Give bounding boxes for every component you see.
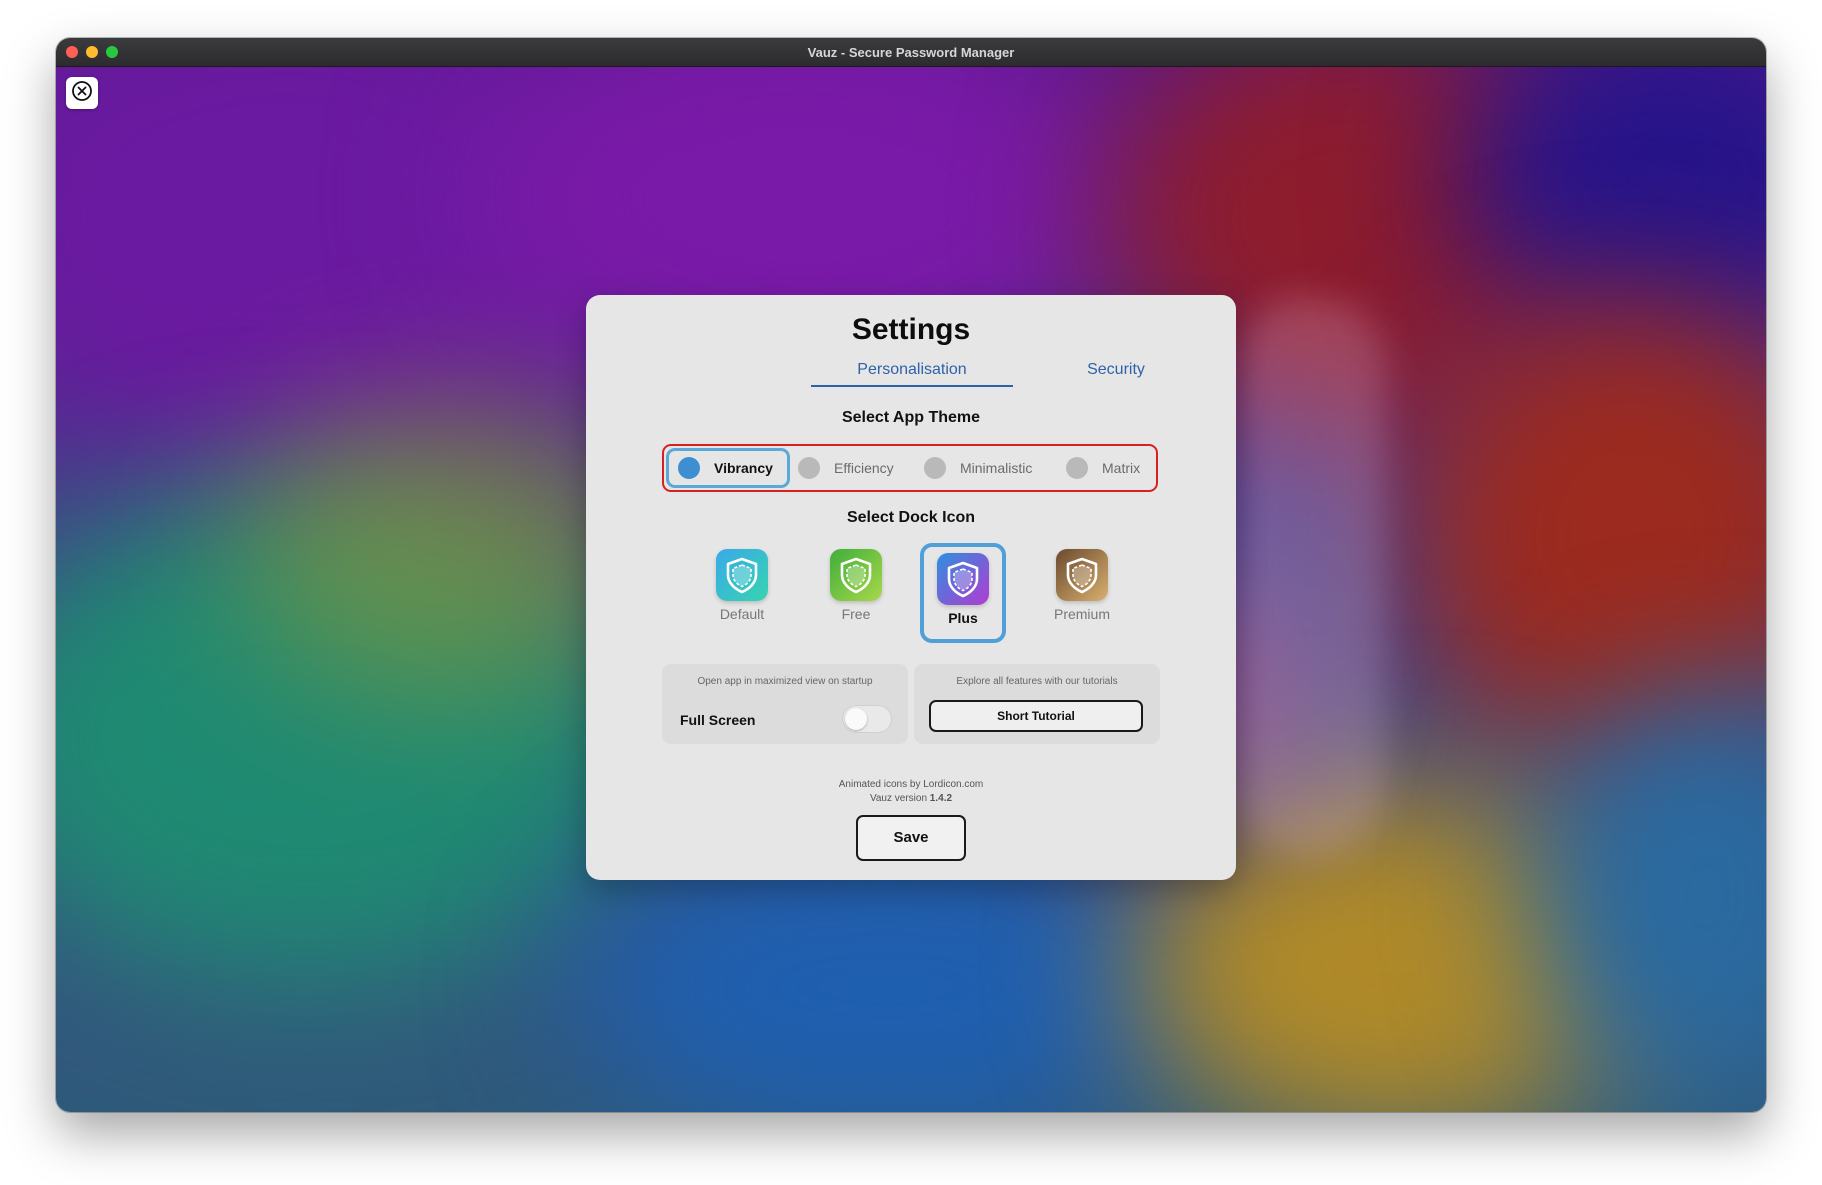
theme-option-matrix[interactable]: Matrix <box>1066 448 1156 488</box>
theme-option-vibrancy[interactable]: Vibrancy <box>666 448 790 488</box>
window-title: Vauz - Secure Password Manager <box>807 45 1015 60</box>
dock-icon-heading: Select Dock Icon <box>846 509 976 526</box>
theme-option-label: Vibrancy <box>714 460 773 476</box>
title-bar: Vauz - Secure Password Manager <box>56 38 1766 67</box>
dock-option-plus[interactable]: Plus <box>920 543 1006 643</box>
vibrancy-background: Settings Personalisation Security Select… <box>56 67 1766 1112</box>
dock-option-default[interactable]: Default <box>702 549 782 622</box>
theme-option-efficiency[interactable]: Efficiency <box>798 448 908 488</box>
radio-icon <box>678 457 700 479</box>
app-window: Vauz - Secure Password Manager Settings … <box>56 38 1766 1112</box>
shield-icon <box>937 553 989 605</box>
credits: Animated icons by Lordicon.com Vauz vers… <box>586 778 1236 806</box>
tutorial-card: Explore all features with our tutorials … <box>914 664 1160 744</box>
dock-option-label: Plus <box>948 610 978 626</box>
theme-option-minimalistic[interactable]: Minimalistic <box>924 448 1054 488</box>
tab-personalisation[interactable]: Personalisation <box>811 361 1013 387</box>
fullscreen-hint: Open app in maximized view on startup <box>697 676 873 687</box>
theme-selector: Vibrancy Efficiency Minimalistic Matrix <box>662 444 1158 492</box>
dock-option-premium[interactable]: Premium <box>1042 549 1122 622</box>
fullscreen-toggle[interactable] <box>842 705 892 733</box>
theme-option-label: Matrix <box>1102 460 1141 476</box>
close-settings-button[interactable] <box>66 77 98 109</box>
credits-line: Animated icons by Lordicon.com <box>838 779 984 790</box>
shield-icon <box>716 549 768 601</box>
theme-option-label: Efficiency <box>834 460 894 476</box>
save-button[interactable]: Save <box>856 815 966 861</box>
radio-icon <box>1066 457 1088 479</box>
radio-icon <box>798 457 820 479</box>
toggle-knob <box>845 708 867 730</box>
fullscreen-card: Open app in maximized view on startup Fu… <box>662 664 908 744</box>
version-prefix: Vauz version <box>869 793 928 804</box>
fullscreen-label: Full Screen <box>680 712 756 728</box>
dock-option-label: Default <box>719 606 765 622</box>
dock-option-label: Free <box>841 606 871 622</box>
version-line: Vauz version 1.4.2 <box>586 792 1236 806</box>
close-circle-icon <box>71 80 93 107</box>
theme-option-label: Minimalistic <box>960 460 1033 476</box>
theme-heading: Select App Theme <box>841 409 981 426</box>
shield-icon <box>830 549 882 601</box>
dock-option-free[interactable]: Free <box>816 549 896 622</box>
tab-security[interactable]: Security <box>1056 361 1176 379</box>
settings-title: Settings <box>851 313 971 346</box>
dock-option-label: Premium <box>1053 606 1110 622</box>
radio-icon <box>924 457 946 479</box>
background-glow <box>1236 297 1386 857</box>
tutorial-hint: Explore all features with our tutorials <box>956 676 1118 687</box>
shield-icon <box>1056 549 1108 601</box>
settings-panel: Settings Personalisation Security Select… <box>586 295 1236 880</box>
short-tutorial-button[interactable]: Short Tutorial <box>929 700 1143 732</box>
version-number: 1.4.2 <box>929 793 953 804</box>
